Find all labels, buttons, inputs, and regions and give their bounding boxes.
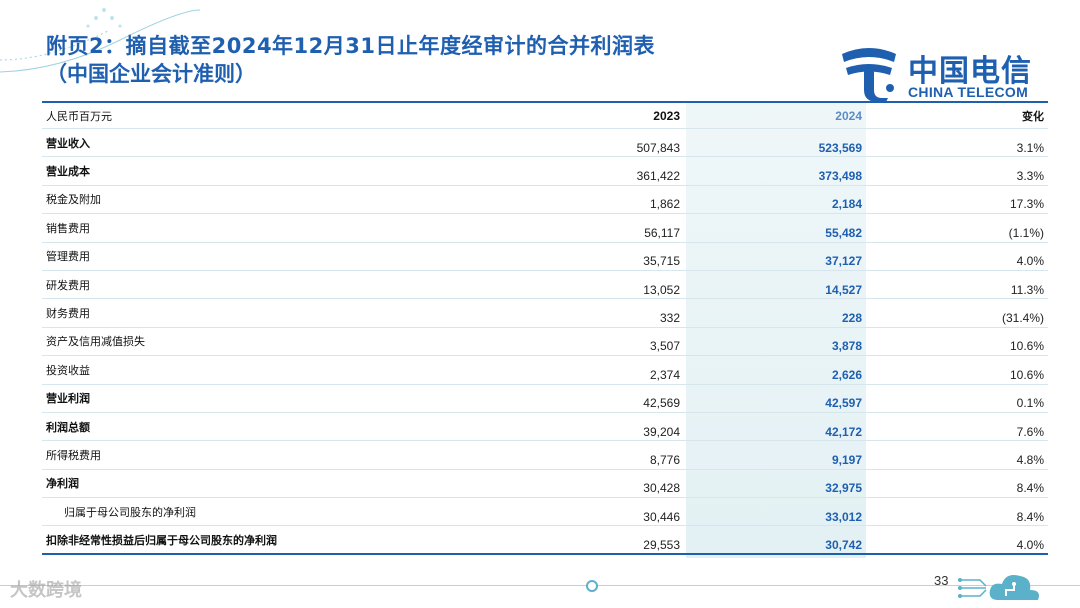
row-value-2024: 2,626 — [831, 367, 862, 382]
row-change: 17.3% — [1009, 197, 1044, 212]
row-label: 财务费用 — [46, 307, 90, 321]
row-value-2023: 30,428 — [643, 481, 680, 496]
page-subtitle: （中国企业会计准则） — [46, 62, 256, 86]
row-change: 8.4% — [1016, 509, 1044, 524]
table-row: 销售费用 56,117 55,482 (1.1%) — [42, 214, 1048, 243]
row-value-2024: 55,482 — [825, 225, 862, 240]
row-value-2023: 507,843 — [636, 140, 680, 155]
row-change: 10.6% — [1009, 339, 1044, 354]
row-value-2023: 30,446 — [643, 509, 680, 524]
table-row: 利润总额 39,204 42,172 7.6% — [42, 413, 1048, 442]
table-row: 营业利润 42,569 42,597 0.1% — [42, 385, 1048, 413]
row-change: 7.6% — [1016, 424, 1044, 439]
table-header-row: 人民币百万元 2023 2024 变化 — [42, 103, 1048, 129]
row-value-2023: 3,507 — [649, 339, 680, 354]
row-change: 3.1% — [1016, 140, 1044, 155]
row-label: 资产及信用减值损失 — [46, 335, 145, 349]
row-change: 4.0% — [1016, 537, 1044, 552]
row-value-2023: 332 — [659, 311, 680, 326]
header-change: 变化 — [1022, 109, 1044, 123]
row-change: (1.1%) — [1008, 225, 1044, 240]
table-row: 归属于母公司股东的净利润 30,446 33,012 8.4% — [42, 498, 1048, 527]
row-label: 所得税费用 — [46, 448, 101, 462]
cloud-icon — [958, 575, 1039, 600]
page-number: 33 — [934, 573, 949, 588]
row-value-2023: 361,422 — [636, 169, 680, 184]
row-value-2024: 30,742 — [825, 537, 862, 552]
row-label: 研发费用 — [46, 278, 90, 292]
row-value-2023: 13,052 — [643, 282, 680, 297]
row-value-2023: 29,553 — [643, 537, 680, 552]
row-value-2023: 2,374 — [649, 367, 680, 382]
china-telecom-logo: 中国电信 CHINA TELECOM — [836, 44, 1046, 102]
footer-line — [0, 585, 1080, 586]
row-label: 利润总额 — [46, 420, 90, 434]
row-value-2024: 14,527 — [825, 282, 862, 297]
row-label: 投资收益 — [46, 363, 90, 377]
table-row: 营业收入 507,843 523,569 3.1% — [42, 129, 1048, 158]
table-row: 营业成本 361,422 373,498 3.3% — [42, 157, 1048, 186]
row-change: 3.3% — [1016, 169, 1044, 184]
row-change: 10.6% — [1009, 367, 1044, 382]
row-change: 4.0% — [1016, 254, 1044, 269]
china-telecom-logo-icon — [842, 48, 896, 102]
footer-circle-ornament — [586, 580, 598, 592]
page-title: 附页2：摘自截至2024年12月31日止年度经审计的合并利润表 — [46, 34, 656, 58]
row-value-2024: 3,878 — [831, 339, 862, 354]
row-value-2023: 39,204 — [643, 424, 680, 439]
row-label: 归属于母公司股东的净利润 — [64, 505, 196, 519]
row-value-2023: 56,117 — [644, 225, 680, 240]
row-label: 扣除非经常性损益后归属于母公司股东的净利润 — [46, 533, 277, 547]
logo-english-text: CHINA TELECOM — [908, 84, 1029, 100]
row-value-2024: 42,597 — [825, 396, 862, 411]
row-value-2024: 9,197 — [831, 452, 862, 467]
row-value-2024: 32,975 — [825, 481, 862, 496]
row-label: 净利润 — [46, 477, 79, 491]
watermark-text: 大数跨境 — [10, 580, 82, 601]
table-row: 资产及信用减值损失 3,507 3,878 10.6% — [42, 328, 1048, 357]
row-change: 0.1% — [1016, 396, 1044, 411]
row-value-2024: 373,498 — [818, 169, 862, 184]
row-value-2024: 523,569 — [818, 140, 862, 155]
row-change: (31.4%) — [1001, 311, 1044, 326]
header-2024: 2024 — [835, 108, 862, 123]
row-change: 4.8% — [1016, 452, 1044, 467]
row-value-2023: 1,862 — [649, 197, 680, 212]
table-row: 研发费用 13,052 14,527 11.3% — [42, 271, 1048, 300]
table-row: 财务费用 332 228 (31.4%) — [42, 299, 1048, 328]
row-label: 税金及附加 — [46, 193, 101, 207]
row-value-2023: 8,776 — [649, 452, 680, 467]
table-row: 所得税费用 8,776 9,197 4.8% — [42, 441, 1048, 470]
row-value-2024: 42,172 — [825, 424, 862, 439]
row-value-2023: 42,569 — [643, 396, 680, 411]
row-value-2023: 35,715 — [643, 254, 680, 269]
row-label: 管理费用 — [46, 250, 90, 264]
table-row: 管理费用 35,715 37,127 4.0% — [42, 243, 1048, 271]
row-value-2024: 37,127 — [825, 254, 862, 269]
table-row: 净利润 30,428 32,975 8.4% — [42, 470, 1048, 499]
row-value-2024: 228 — [841, 311, 862, 326]
row-label: 营业成本 — [46, 165, 90, 179]
income-statement-table: 人民币百万元 2023 2024 变化 营业收入 507,843 523,569… — [42, 103, 1048, 555]
header-unit: 人民币百万元 — [46, 109, 112, 123]
row-change: 8.4% — [1016, 481, 1044, 496]
table-row: 投资收益 2,374 2,626 10.6% — [42, 356, 1048, 385]
row-value-2024: 33,012 — [825, 509, 862, 524]
row-value-2024: 2,184 — [831, 197, 862, 212]
row-label: 营业利润 — [46, 392, 90, 406]
row-label: 销售费用 — [46, 221, 90, 235]
header-2023: 2023 — [653, 108, 680, 123]
table-row: 扣除非经常性损益后归属于母公司股东的净利润 29,553 30,742 4.0% — [42, 526, 1048, 555]
row-change: 11.3% — [1010, 282, 1044, 297]
row-label: 营业收入 — [46, 136, 90, 150]
table-row: 税金及附加 1,862 2,184 17.3% — [42, 186, 1048, 215]
